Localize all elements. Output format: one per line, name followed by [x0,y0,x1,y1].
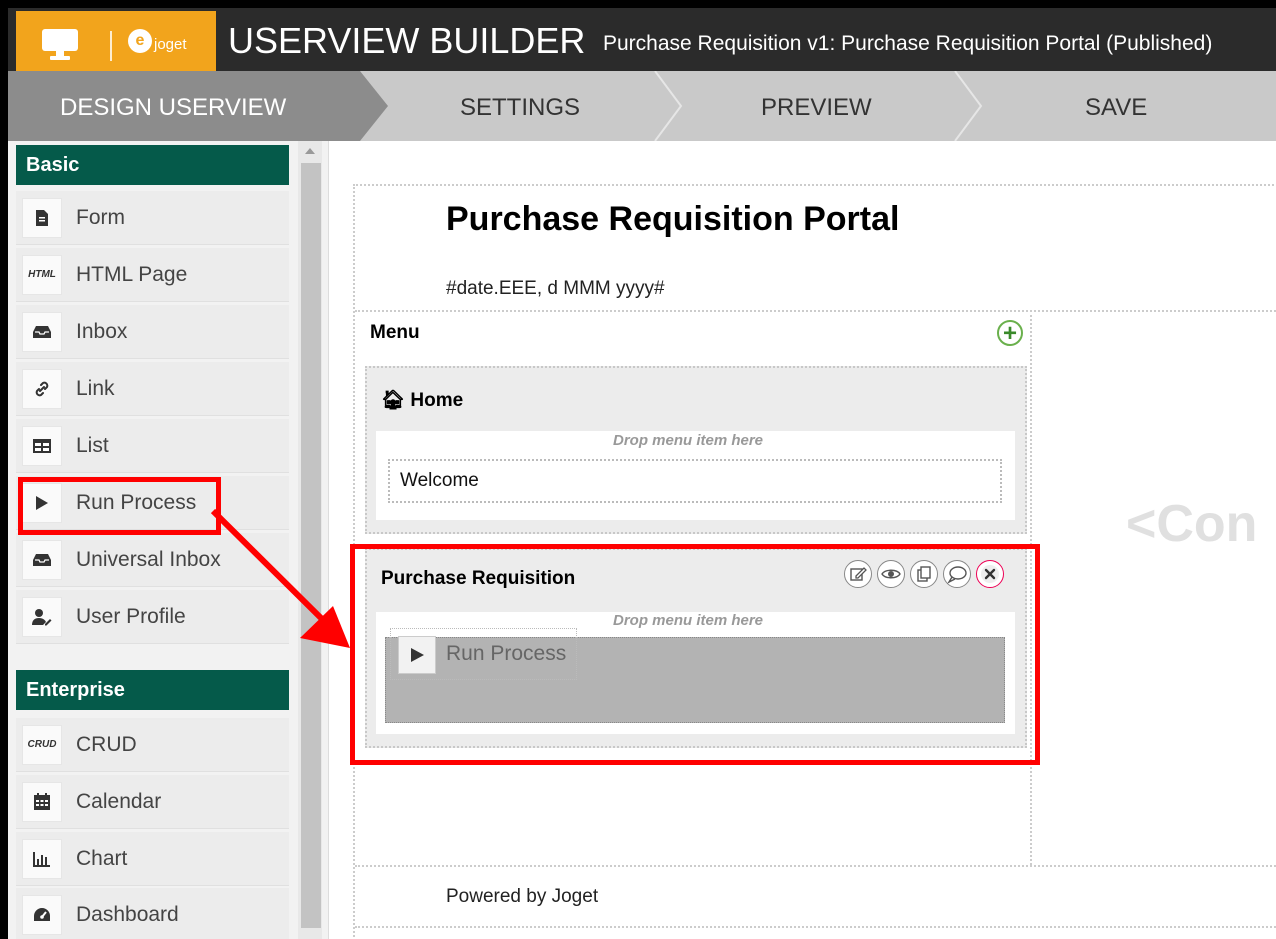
palette-item-calendar[interactable]: Calendar [16,775,289,829]
palette-item-label: User Profile [76,604,186,628]
palette-item-label: CRUD [76,732,137,756]
app-title: USERVIEW BUILDER [228,20,586,61]
chevron-separator [954,71,983,141]
category-label: Home [410,390,464,411]
menu-label: Menu [370,322,420,343]
link-icon [22,368,62,409]
menu-item-label: Welcome [400,470,479,491]
scroll-up-arrow-icon[interactable] [305,148,315,154]
chart-icon [22,838,62,879]
portal-date[interactable]: #date.EEE, d MMM yyyy# [446,278,665,300]
palette-item-chart[interactable]: Chart [16,832,289,886]
tab-save[interactable]: SAVE [1085,94,1147,122]
monitor-icon [42,29,78,60]
portal-footer[interactable]: Powered by Joget [446,886,598,908]
home-icon: 🏠︎ [381,390,406,411]
palette-item-label: Link [76,376,115,400]
page-bottom-divider [355,926,1276,928]
logo-divider [110,31,112,61]
crud-icon-text: CRUD [27,739,57,750]
highlight-run-process [18,477,221,535]
content-placeholder: <Con [1126,495,1258,553]
palette-item-dashboard[interactable]: Dashboard [16,888,289,939]
palette-item-crud[interactable]: CRUD CRUD [16,718,289,772]
html-icon: HTML [22,254,62,295]
category-title-home[interactable]: 🏠︎ Home [381,388,463,412]
builder-nav: DESIGN USERVIEW SETTINGS PREVIEW SAVE [8,71,1276,141]
html-icon-text: HTML [28,269,56,280]
palette-item-label: Inbox [76,319,128,343]
palette-item-link[interactable]: Link [16,362,289,416]
form-icon [22,197,62,238]
joget-logo: e joget [128,29,187,53]
inbox-icon [22,311,62,352]
crud-icon: CRUD [22,724,62,765]
palette-item-universal-inbox[interactable]: Universal Inbox [16,533,289,587]
inbox-icon [22,539,62,580]
tab-settings[interactable]: SETTINGS [460,94,580,122]
scrollbar-thumb[interactable] [301,163,321,928]
drop-hint: Drop menu item here [613,432,764,449]
list-icon [22,425,62,466]
menu-item-welcome[interactable] [388,459,1002,503]
palette-category-basic: Basic [16,145,289,185]
header-divider [355,310,1276,312]
tab-preview[interactable]: PREVIEW [761,94,872,122]
palette-item-inbox[interactable]: Inbox [16,305,289,359]
palette-item-user-profile[interactable]: User Profile [16,590,289,644]
dashboard-icon [22,894,62,935]
tab-design-userview[interactable]: DESIGN USERVIEW [60,94,286,122]
palette-item-label: Dashboard [76,902,179,926]
chevron-separator [654,71,683,141]
user-edit-icon [22,596,62,637]
joget-logo-text: joget [154,36,187,53]
calendar-icon [22,781,62,822]
joget-logo-icon: e [128,29,152,53]
app-window: e joget USERVIEW BUILDER Purchase Requis… [8,8,1276,939]
portal-title[interactable]: Purchase Requisition Portal [446,200,899,239]
app-subtitle: Purchase Requisition v1: Purchase Requis… [603,32,1213,55]
palette-item-list[interactable]: List [16,419,289,473]
palette-item-label: Universal Inbox [76,547,221,571]
palette-category-enterprise: Enterprise [16,670,289,710]
palette-item-label: Chart [76,846,128,870]
palette-item-label: Form [76,205,125,229]
logo-area[interactable]: e joget [16,11,216,71]
canvas-divider [328,141,329,939]
palette-item-html-page[interactable]: HTML HTML Page [16,248,289,302]
footer-divider [355,865,1276,867]
highlight-drop-target [350,544,1040,765]
palette-item-label: HTML Page [76,262,188,286]
top-bar: e joget USERVIEW BUILDER Purchase Requis… [8,8,1276,71]
palette-item-form[interactable]: Form [16,191,289,245]
palette-item-label: Calendar [76,789,162,813]
add-category-button[interactable]: + [997,320,1023,346]
palette-item-label: List [76,433,109,457]
